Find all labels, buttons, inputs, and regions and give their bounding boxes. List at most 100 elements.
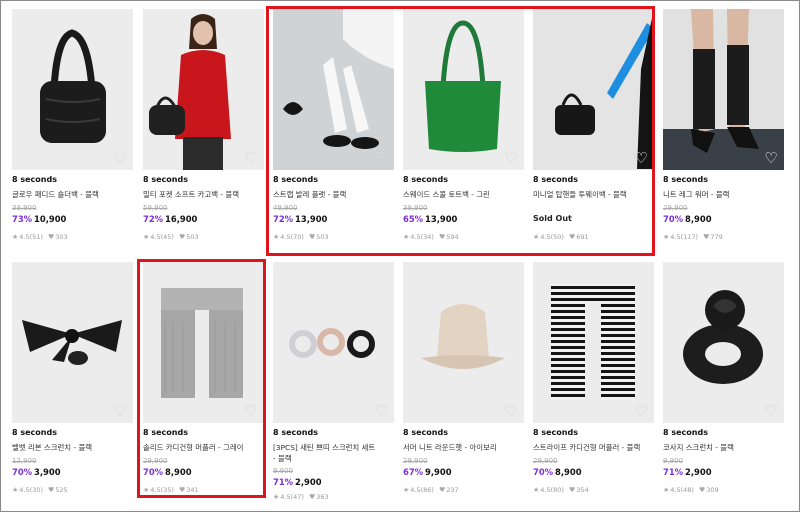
sale-price: 3,900 xyxy=(34,467,61,477)
wishlist-heart-icon[interactable]: ♡ xyxy=(112,403,128,419)
product-name[interactable]: 니트 레그 워머 - 블랙 xyxy=(663,189,784,200)
wishlist-heart-icon[interactable]: ♡ xyxy=(373,403,389,419)
product-image[interactable]: ♡ xyxy=(533,262,654,423)
product-image[interactable]: ♡ xyxy=(663,262,784,423)
wishlist-heart-icon[interactable]: ♡ xyxy=(373,150,389,166)
product-name[interactable]: 코사지 스크런치 - 블랙 xyxy=(663,442,784,453)
wishlist-heart-icon[interactable]: ♡ xyxy=(633,403,649,419)
heart-icon: ♥ xyxy=(568,486,576,494)
wishlist-heart-icon[interactable]: ♡ xyxy=(243,150,259,166)
discount-rate: 71% xyxy=(663,467,684,477)
product-card[interactable]: ♡ 8 seconds 글로우 패디드 숄더백 - 블랙 39,900 73% 1… xyxy=(12,9,133,249)
product-name[interactable]: 서머 니트 라운드햇 - 아이보리 xyxy=(403,442,524,453)
product-name[interactable]: 솔리드 카디건형 머플러 - 그레이 xyxy=(143,442,264,453)
rating: 4.5(117) xyxy=(670,233,699,241)
heart-icon: ♥ xyxy=(438,486,446,494)
star-icon: ★ xyxy=(403,233,410,241)
product-name[interactable]: 벨벳 리본 스크런치 - 블랙 xyxy=(12,442,133,453)
product-card[interactable]: ♡ 8 seconds 서머 니트 라운드햇 - 아이보리 29,900 67%… xyxy=(403,262,524,502)
rating: 4.5(48) xyxy=(670,486,694,494)
price-line: 70% 8,900 xyxy=(533,467,654,479)
product-image[interactable]: ♡ xyxy=(533,9,654,170)
star-icon: ★ xyxy=(663,486,670,494)
original-price: 29,900 xyxy=(403,457,428,465)
product-stats: ★4.5(50) ♥691 xyxy=(533,233,654,241)
star-icon: ★ xyxy=(403,486,410,494)
sale-price: 16,900 xyxy=(165,214,198,224)
product-card[interactable]: ♡ 8 seconds 솔리드 카디건형 머플러 - 그레이 29,900 70… xyxy=(143,262,264,502)
discount-rate: 70% xyxy=(12,467,33,477)
product-name[interactable]: [3PCS] 새틴 쁘띠 스크런치 세트 xyxy=(273,442,394,453)
wishlist-heart-icon[interactable]: ♡ xyxy=(763,403,779,419)
original-price: 39,900 xyxy=(12,204,37,212)
product-card[interactable]: ♡ 8 seconds 미니얼 탑핸들 투웨이백 - 블랙 Sold Out ★… xyxy=(533,9,654,249)
sale-price: 2,900 xyxy=(685,467,712,477)
like-count: 341 xyxy=(186,486,199,494)
sale-price: 8,900 xyxy=(165,467,192,477)
product-card[interactable]: ♡ 8 seconds 니트 레그 워머 - 블랙 29,900 70% 8,90… xyxy=(663,9,784,249)
heart-icon: ♥ xyxy=(178,486,186,494)
product-image[interactable]: ♡ xyxy=(143,9,264,170)
sale-price: 10,900 xyxy=(34,214,67,224)
discount-rate: 73% xyxy=(12,214,33,224)
heart-icon: ♥ xyxy=(47,233,55,241)
product-image[interactable]: ♡ xyxy=(403,9,524,170)
product-brand: 8 seconds xyxy=(273,175,318,184)
like-count: 779 xyxy=(710,233,723,241)
heart-icon: ♥ xyxy=(47,486,55,494)
like-count: 363 xyxy=(316,493,329,501)
wishlist-heart-icon[interactable]: ♡ xyxy=(633,150,649,166)
product-name[interactable]: 미니얼 탑핸들 투웨이백 - 블랙 xyxy=(533,189,654,200)
product-image[interactable]: ♡ xyxy=(273,262,394,423)
original-price: 29,900 xyxy=(533,457,558,465)
product-image[interactable]: ♡ xyxy=(12,262,133,423)
rating: 4.5(50) xyxy=(540,233,564,241)
product-name-continued[interactable]: - 블랙 xyxy=(273,453,393,464)
product-card[interactable]: ♡ 8 seconds 스트라이프 카디건형 머플러 - 블랙 29,900 7… xyxy=(533,262,654,502)
like-count: 354 xyxy=(576,486,589,494)
wishlist-heart-icon[interactable]: ♡ xyxy=(503,150,519,166)
product-name[interactable]: 글로우 패디드 숄더백 - 블랙 xyxy=(12,189,133,200)
rating: 4.5(47) xyxy=(280,493,304,501)
product-card[interactable]: ♡ 8 seconds 밀티 포켓 소프트 카고백 - 블랙 59,900 72… xyxy=(143,9,264,249)
rating: 4.5(70) xyxy=(280,233,304,241)
rating: 4.5(86) xyxy=(410,486,434,494)
price-line: 73% 10,900 xyxy=(12,214,133,226)
product-image[interactable]: ♡ xyxy=(273,9,394,170)
product-image[interactable]: ♡ xyxy=(12,9,133,170)
like-count: 503 xyxy=(316,233,329,241)
product-name[interactable]: 스트랩 발레 플랫 - 블랙 xyxy=(273,189,394,200)
product-brand: 8 seconds xyxy=(143,428,188,437)
wishlist-heart-icon[interactable]: ♡ xyxy=(763,150,779,166)
product-stats: ★4.5(47) ♥363 xyxy=(273,493,394,501)
sale-price: 8,900 xyxy=(555,467,582,477)
product-brand: 8 seconds xyxy=(533,428,578,437)
like-count: 309 xyxy=(706,486,719,494)
discount-rate: 67% xyxy=(403,467,424,477)
product-name[interactable]: 밀티 포켓 소프트 카고백 - 블랙 xyxy=(143,189,264,200)
star-icon: ★ xyxy=(12,486,19,494)
product-stats: ★4.5(34) ♥594 xyxy=(403,233,524,241)
rating: 4.5(34) xyxy=(410,233,434,241)
product-name[interactable]: 스웨이드 스몰 토트백 - 그린 xyxy=(403,189,524,200)
product-card[interactable]: ♡ 8 seconds 스웨이드 스몰 토트백 - 그린 39,900 65% 1… xyxy=(403,9,524,249)
price-line: 70% 8,900 xyxy=(143,467,264,479)
product-card[interactable]: ♡ 8 seconds [3PCS] 새틴 쁘띠 스크런치 세트 - 블랙 9,… xyxy=(273,262,394,502)
wishlist-heart-icon[interactable]: ♡ xyxy=(243,403,259,419)
product-image[interactable]: ♡ xyxy=(403,262,524,423)
price-line: 72% 13,900 xyxy=(273,214,394,226)
sale-price: 8,900 xyxy=(685,214,712,224)
wishlist-heart-icon[interactable]: ♡ xyxy=(112,150,128,166)
original-price: 59,900 xyxy=(143,204,168,212)
wishlist-heart-icon[interactable]: ♡ xyxy=(503,403,519,419)
product-image[interactable]: ♡ xyxy=(663,9,784,170)
product-card[interactable]: ♡ 8 seconds 벨벳 리본 스크런치 - 블랙 12,900 70% 3,… xyxy=(12,262,133,502)
sold-out-label: Sold Out xyxy=(533,214,572,223)
price-line: 70% 3,900 xyxy=(12,467,133,479)
product-image[interactable]: ♡ xyxy=(143,262,264,423)
product-card[interactable]: ♡ 8 seconds 스트랩 발레 플랫 - 블랙 49,900 72% 13,… xyxy=(273,9,394,249)
product-stats: ★4.5(86) ♥237 xyxy=(403,486,524,494)
product-name[interactable]: 스트라이프 카디건형 머플러 - 블랙 xyxy=(533,442,654,453)
product-card[interactable]: ♡ 8 seconds 코사지 스크런치 - 블랙 9,900 71% 2,900… xyxy=(663,262,784,502)
heart-icon: ♥ xyxy=(308,493,316,501)
